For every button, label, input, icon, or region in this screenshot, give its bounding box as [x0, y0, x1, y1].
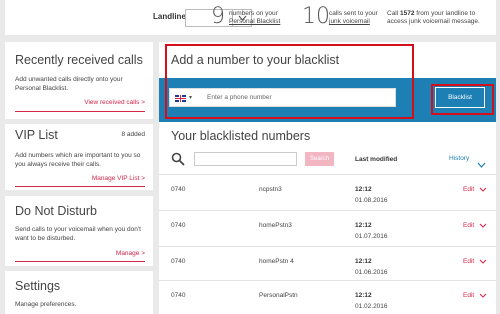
chevron-down-icon[interactable] — [479, 293, 487, 300]
do-not-disturb-title: Do Not Disturb — [15, 204, 97, 218]
table-row: 0740 homePstn 4 01.06.2016 12:12 Edit — [159, 246, 496, 276]
chevron-down-icon[interactable] — [477, 155, 486, 173]
top-summary-bar: Landline 9 numbers on your Personal Blac… — [5, 0, 496, 35]
manage-vip-list-link[interactable]: Manage VIP List > — [92, 175, 145, 182]
junk-count: 10 — [302, 4, 330, 29]
modified-date: 01.02.2016 12:12 — [355, 292, 388, 310]
modified-date: 01.08.2016 12:12 — [355, 186, 388, 204]
blacklist-button-highlight — [431, 84, 494, 115]
phone-number: 0740 — [171, 186, 186, 193]
settings-title: Settings — [15, 279, 61, 293]
blacklist-count-desc: numbers on your Personal Blacklist — [229, 10, 281, 25]
modified-date: 01.07.2016 12:12 — [355, 222, 388, 240]
vip-list-title: VIP List — [15, 128, 58, 142]
divider — [15, 261, 145, 262]
search-button[interactable]: Search — [305, 152, 334, 166]
last-modified-header: Last modified — [355, 156, 398, 163]
recent-calls-card: Recently received calls Add unwanted cal… — [5, 42, 153, 119]
junk-voicemail-link[interactable]: junk voicemail — [329, 18, 370, 25]
divider — [15, 186, 145, 187]
table-row: 0740 PersonalPstn 01.02.2016 12:12 Edit — [159, 280, 496, 310]
vip-count-badge: 8 added — [121, 131, 146, 138]
contact-name: homePstn 4 — [259, 258, 294, 265]
contact-name: homePstn3 — [259, 222, 292, 229]
phone-number: 0740 — [171, 222, 186, 229]
blacklisted-numbers-title: Your blacklisted numbers — [171, 129, 311, 143]
vip-list-text: Add numbers which are important to you s… — [15, 152, 141, 168]
table-row: 0740 ncpstn3 01.08.2016 12:12 Edit — [159, 174, 496, 204]
phone-number: 0740 — [171, 258, 186, 265]
edit-link[interactable]: Edit — [463, 186, 474, 193]
recent-calls-text: Add unwanted calls directly onto your Pe… — [15, 76, 123, 92]
chevron-down-icon[interactable] — [479, 223, 487, 230]
search-input[interactable] — [194, 152, 297, 166]
edit-link[interactable]: Edit — [463, 258, 474, 265]
chevron-down-icon[interactable] — [479, 187, 487, 194]
chevron-down-icon[interactable] — [479, 259, 487, 266]
edit-link[interactable]: Edit — [463, 292, 474, 299]
manage-dnd-link[interactable]: Manage > — [116, 250, 145, 257]
table-row: 0740 homePstn3 01.07.2016 12:12 Edit — [159, 210, 496, 240]
modified-date: 01.06.2016 12:12 — [355, 258, 388, 276]
junk-voicemail-info: Call 1572 from your landline to access j… — [387, 10, 480, 25]
settings-text: Manage preferences. — [15, 301, 77, 308]
landline-label: Landline — [153, 12, 186, 21]
recent-calls-title: Recently received calls — [15, 53, 143, 67]
vip-list-card: VIP List 8 added Add numbers which are i… — [5, 124, 153, 190]
phone-number: 0740 — [171, 292, 186, 299]
edit-link[interactable]: Edit — [463, 222, 474, 229]
divider — [15, 111, 145, 112]
blacklist-count: 9 — [211, 4, 225, 29]
search-icon — [171, 152, 185, 171]
do-not-disturb-card: Do Not Disturb Send calls to your voicem… — [5, 196, 153, 266]
view-received-calls-link[interactable]: View received calls > — [84, 99, 145, 106]
personal-blacklist-link[interactable]: Personal Blacklist — [229, 18, 280, 25]
contact-name: PersonalPstn — [259, 292, 298, 299]
history-dropdown[interactable]: History — [449, 155, 469, 162]
contact-name: ncpstn3 — [259, 186, 282, 193]
do-not-disturb-text: Send calls to your voicemail when you do… — [15, 226, 141, 242]
settings-card: Settings Manage preferences. — [5, 271, 153, 314]
add-number-highlight — [165, 44, 414, 119]
junk-count-desc: calls sent to your junk voicemail — [329, 10, 378, 25]
